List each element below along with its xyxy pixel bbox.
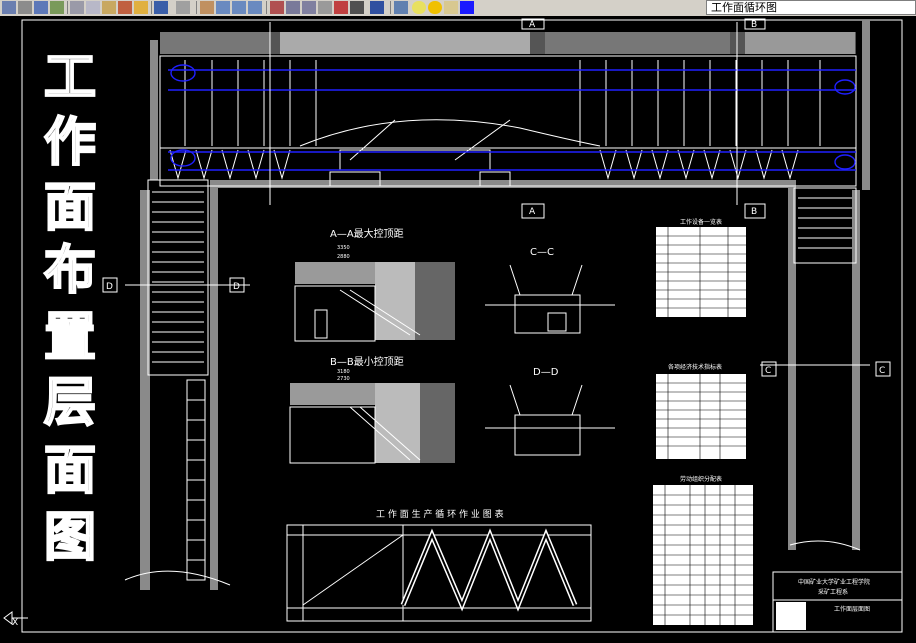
tech-table-title: 各项经济技术指标表 [668,363,722,371]
preview-icon[interactable] [18,1,32,14]
matchprop-icon[interactable] [118,1,132,14]
undo-icon[interactable] [154,1,168,14]
svg-text:2880: 2880 [337,254,350,260]
tech-indicators-table: 各项经济技术指标表 [656,363,746,459]
titleblock-line1: 中国矿业大学矿业工程学院 [798,578,870,586]
publish-icon[interactable] [34,1,48,14]
section-marker-d: D [106,282,113,292]
print-icon[interactable] [2,1,16,14]
title-char: 工 [44,48,96,108]
layer-name: 工作面循环图 [711,1,777,14]
layer-manager-icon[interactable] [394,1,408,14]
title-char: 布 [44,241,96,301]
title-char: 面 [44,441,96,501]
title-char: 置 [44,308,96,368]
redo-icon[interactable] [176,1,190,14]
designcenter-icon[interactable] [286,1,300,14]
title-char: 层 [44,373,96,433]
svg-text:3350: 3350 [337,245,350,251]
svg-text:X: X [12,618,18,628]
section-dd-title: D—D [533,367,559,378]
paste-icon[interactable] [102,1,116,14]
titleblock-line2: 采矿工程系 [818,588,848,596]
equipment-table: 工作设备一览表 [656,218,746,317]
section-cc-title: C—C [530,247,554,258]
copy-icon[interactable] [86,1,100,14]
toolpalettes-icon[interactable] [302,1,316,14]
section-marker-a2: A [529,207,536,217]
lock-icon[interactable] [444,1,458,14]
svg-text:3180: 3180 [337,369,350,375]
pan-icon[interactable] [200,1,214,14]
title-char: 面 [44,178,96,238]
title-char: 图 [44,508,96,568]
titleblock-line3: 工作面层面图 [834,605,870,613]
title-char: 作 [44,113,96,173]
section-marker-c: C [765,366,771,376]
zoom-realtime-icon[interactable] [216,1,230,14]
help-icon[interactable] [370,1,384,14]
section-marker-a: A [529,20,536,30]
vertical-title: 工 作 面 布 置 层 面 图 [43,47,97,569]
gob-strip [160,32,856,54]
labor-table: 劳动组织分配表 [653,475,753,625]
section-marker-d2: D [233,282,240,292]
equipment-table-title: 工作设备一览表 [680,218,722,226]
cut-icon[interactable] [70,1,84,14]
cycle-chart-title: 工 作 面 生 产 循 环 作 业 图 表 [376,508,504,520]
calculator-icon[interactable] [350,1,364,14]
plot-icon[interactable] [50,1,64,14]
zoom-previous-icon[interactable] [248,1,262,14]
properties-icon[interactable] [270,1,284,14]
section-marker-c2: C [879,366,885,376]
drawing-canvas[interactable]: 工 作 面 布 置 层 面 图 A B A B D D C C A—A最大控顶距… [0,16,916,639]
bulb-icon[interactable] [412,1,426,14]
section-aa-title: A—A最大控顶距 [330,227,404,240]
labor-table-title: 劳动组织分配表 [680,475,722,483]
section-bb-title: B—B最小控顶距 [330,355,404,368]
zoom-window-icon[interactable] [232,1,246,14]
color-square-icon [460,1,474,14]
standard-toolbar: 工作面循环图 [0,0,916,17]
section-marker-b: B [751,20,757,30]
layer-dropdown[interactable]: 工作面循环图 [706,0,916,15]
brush-icon[interactable] [134,1,148,14]
markup-icon[interactable] [334,1,348,14]
svg-text:2730: 2730 [337,376,350,382]
sun-icon[interactable] [428,1,442,14]
section-marker-b2: B [751,207,757,217]
sheetset-icon[interactable] [318,1,332,14]
